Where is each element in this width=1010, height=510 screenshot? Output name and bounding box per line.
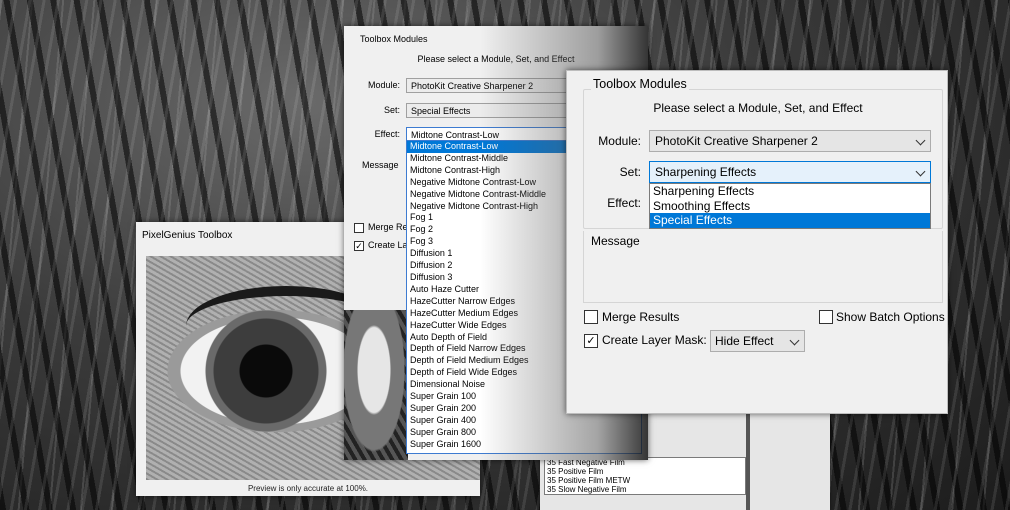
- layer-mask-select-value: Hide Effect: [715, 334, 774, 348]
- create-layer-checkbox[interactable]: ✓: [354, 241, 364, 251]
- set-label: Set:: [383, 105, 400, 115]
- create-layer-mask-label: Create Layer Mask:: [602, 333, 707, 347]
- toolbox-modules-dialog: Toolbox Modules Please select a Module, …: [566, 70, 948, 414]
- set-dropdown-list[interactable]: Sharpening Effects Smoothing Effects Speci…: [649, 183, 931, 229]
- chevron-down-icon: [915, 166, 926, 177]
- list-item[interactable]: 35 Positive Film: [545, 467, 745, 476]
- module-select-value: PhotoKit Creative Sharpener 2: [655, 134, 818, 148]
- list-item[interactable]: 35 Positive Film METW: [545, 476, 745, 485]
- effect-option[interactable]: Super Grain 1600: [407, 439, 641, 451]
- thumbnail-image: [344, 310, 408, 460]
- chevron-down-icon: [915, 135, 926, 146]
- film-list[interactable]: 35 Fast Negative Film 35 Positive Film 3…: [544, 457, 746, 495]
- effect-option[interactable]: Super Grain 800: [407, 427, 641, 439]
- effect-option[interactable]: Super Grain 400: [407, 415, 641, 427]
- prompt-text: Please select a Module, Set, and Effect: [417, 54, 575, 64]
- group-title: Toolbox Modules: [591, 77, 689, 91]
- show-batch-options-label: Show Batch Options: [836, 310, 945, 324]
- scrollbar[interactable]: [746, 413, 750, 510]
- effect-label: Effect:: [374, 129, 400, 139]
- set-option[interactable]: Smoothing Effects: [650, 199, 930, 214]
- set-option[interactable]: Special Effects: [650, 213, 930, 228]
- merge-results-label: Merge Results: [602, 310, 680, 324]
- set-label: Set:: [619, 165, 641, 179]
- list-item[interactable]: 35 Slow Negative Film: [545, 485, 745, 494]
- set-select-value: Sharpening Effects: [655, 165, 757, 179]
- set-option[interactable]: Sharpening Effects: [650, 184, 930, 199]
- show-batch-options-checkbox[interactable]: [819, 310, 833, 324]
- module-select[interactable]: PhotoKit Creative Sharpener 2: [649, 130, 931, 152]
- chevron-down-icon: [789, 335, 800, 346]
- create-layer-mask-checkbox[interactable]: ✓: [584, 334, 598, 348]
- preview-note: Preview is only accurate at 100%.: [247, 484, 369, 493]
- merge-label: Merge Re: [368, 222, 406, 232]
- message-label: Message: [591, 234, 640, 248]
- layer-mask-select[interactable]: Hide Effect: [710, 330, 805, 352]
- prompt-text: Please select a Module, Set, and Effect: [653, 101, 863, 115]
- merge-checkbox[interactable]: [354, 223, 364, 233]
- module-label: Module:: [367, 80, 400, 90]
- set-select[interactable]: Sharpening Effects: [649, 161, 931, 183]
- merge-results-checkbox[interactable]: [584, 310, 598, 324]
- message-label: Message: [362, 160, 399, 170]
- window-title: PixelGenius Toolbox: [142, 230, 233, 241]
- effect-label: Effect:: [607, 196, 641, 210]
- create-layer-label: Create La: [368, 240, 406, 250]
- group-title: Toolbox Modules: [360, 34, 428, 44]
- module-label: Module:: [598, 134, 641, 148]
